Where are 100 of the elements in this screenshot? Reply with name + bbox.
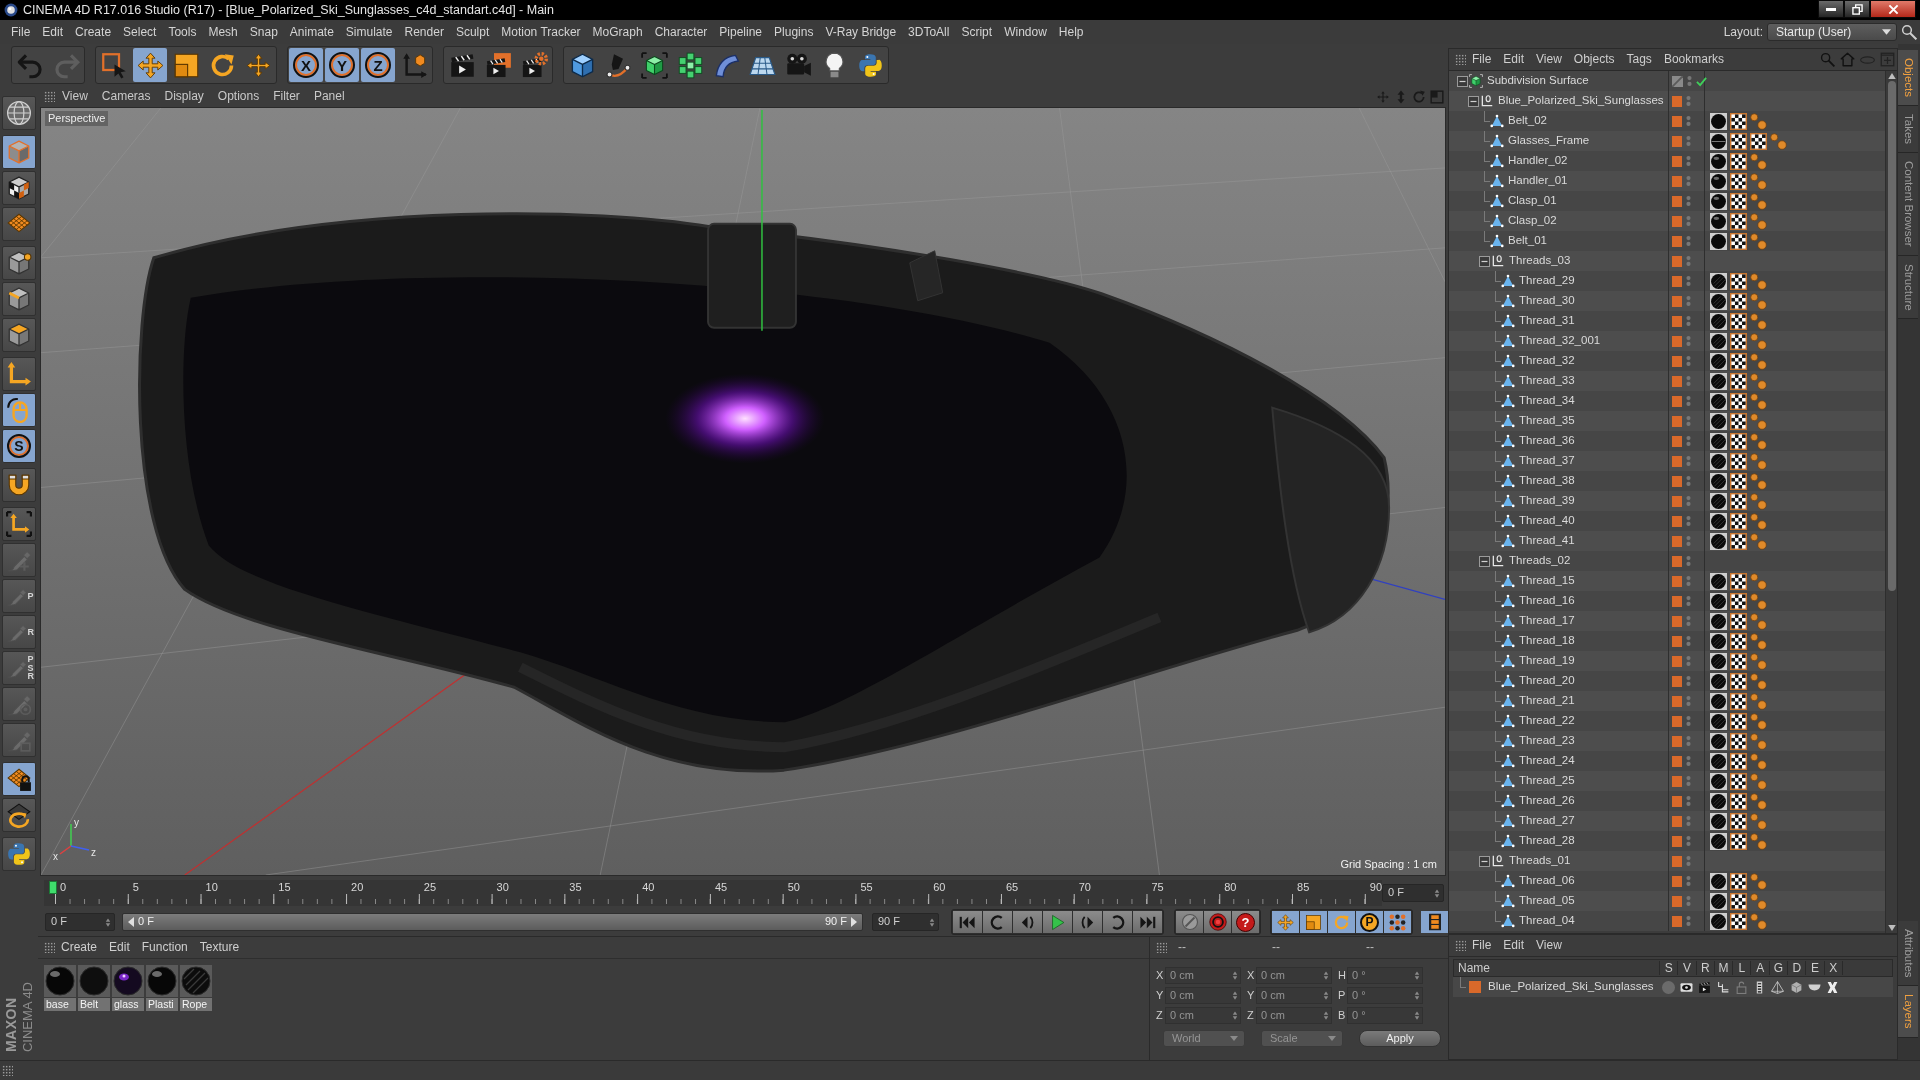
- dots-icon[interactable]: [1686, 95, 1691, 107]
- material-sphere-icon[interactable]: [1710, 812, 1727, 830]
- checker-icon[interactable]: [1730, 652, 1747, 670]
- globe-button[interactable]: [2, 96, 36, 130]
- dots-icon[interactable]: [1686, 855, 1691, 867]
- hierarchy-icon[interactable]: [1716, 980, 1730, 994]
- next-key-button[interactable]: [1103, 911, 1132, 933]
- checker-icon[interactable]: [1730, 152, 1747, 170]
- checker-icon[interactable]: [1730, 452, 1747, 470]
- object-row[interactable]: Thread_17: [1449, 611, 1885, 631]
- material-sphere-icon[interactable]: [1710, 332, 1727, 350]
- menu-item[interactable]: Simulate: [339, 24, 399, 40]
- checker-icon[interactable]: [1730, 272, 1747, 290]
- checker-icon[interactable]: [1730, 332, 1747, 350]
- column-header[interactable]: D: [1788, 960, 1807, 976]
- checker-icon[interactable]: [1730, 692, 1747, 710]
- column-header[interactable]: Name: [1454, 960, 1660, 976]
- object-row[interactable]: Thread_21: [1449, 691, 1885, 711]
- menu-item[interactable]: Create: [69, 24, 118, 40]
- menu-item[interactable]: Edit: [36, 24, 70, 40]
- dots-icon[interactable]: [1686, 675, 1691, 687]
- ball-pair-icon[interactable]: [1750, 312, 1767, 330]
- dots-icon[interactable]: [1686, 735, 1691, 747]
- checker-icon[interactable]: [1730, 172, 1747, 190]
- checker-icon[interactable]: [1730, 532, 1747, 550]
- panel-tab[interactable]: Content Browser: [1898, 153, 1918, 256]
- material-sphere-icon[interactable]: [1710, 312, 1727, 330]
- move-tool-button[interactable]: [133, 48, 167, 82]
- object-row[interactable]: Threads_02: [1449, 551, 1885, 571]
- parameter-key-button[interactable]: P: [1356, 911, 1383, 933]
- object-row[interactable]: Thread_25: [1449, 771, 1885, 791]
- material-sphere-icon[interactable]: [1710, 752, 1727, 770]
- menu-item[interactable]: File: [5, 24, 37, 40]
- dots-icon[interactable]: [1686, 775, 1691, 787]
- shaded-cube-icon[interactable]: [1789, 980, 1803, 994]
- scale-key-button[interactable]: [1300, 911, 1327, 933]
- material-sphere-icon[interactable]: [1710, 232, 1727, 250]
- dots-icon[interactable]: [1686, 395, 1691, 407]
- restore-button[interactable]: [1844, 0, 1870, 18]
- dots-icon[interactable]: [1686, 515, 1691, 527]
- menu-item[interactable]: 3DToAll: [902, 24, 956, 40]
- script-button[interactable]: [2, 837, 36, 871]
- dots-icon[interactable]: [1686, 795, 1691, 807]
- column-header[interactable]: L: [1733, 960, 1752, 976]
- dots-icon[interactable]: [1686, 315, 1691, 327]
- object-row[interactable]: Thread_32: [1449, 351, 1885, 371]
- menu-item[interactable]: Edit: [103, 940, 136, 955]
- material-sphere-icon[interactable]: [1710, 472, 1727, 490]
- dots-icon[interactable]: [1686, 115, 1691, 127]
- checker-icon[interactable]: [1730, 312, 1747, 330]
- dots-icon[interactable]: [1686, 535, 1691, 547]
- dots-icon[interactable]: [1686, 635, 1691, 647]
- menu-item[interactable]: V-Ray Bridge: [819, 24, 903, 40]
- layer-row[interactable]: Blue_Polarized_Ski_Sunglasses: [1453, 977, 1893, 997]
- magnet-button[interactable]: [2, 468, 36, 502]
- material-sphere-icon[interactable]: [1710, 792, 1727, 810]
- ball-pair-icon[interactable]: [1750, 752, 1767, 770]
- menu-item[interactable]: View: [1530, 938, 1568, 953]
- menu-item[interactable]: Panel: [306, 89, 352, 104]
- material-sphere-icon[interactable]: [1710, 512, 1727, 530]
- material-sphere-icon[interactable]: [1710, 152, 1727, 170]
- material-sphere-icon[interactable]: [1710, 672, 1727, 690]
- layout-dropdown[interactable]: Startup (User): [1767, 23, 1897, 41]
- object-row[interactable]: Thread_18: [1449, 631, 1885, 651]
- object-row[interactable]: Thread_28: [1449, 831, 1885, 851]
- dots-icon[interactable]: [1686, 595, 1691, 607]
- ball-pair-icon[interactable]: [1750, 512, 1767, 530]
- checker-icon[interactable]: [1730, 372, 1747, 390]
- dot-icon[interactable]: [1661, 980, 1675, 994]
- menu-item[interactable]: Render: [398, 24, 450, 40]
- dots-icon[interactable]: [1686, 155, 1691, 167]
- menu-item[interactable]: Character: [648, 24, 714, 40]
- column-header[interactable]: A: [1751, 960, 1770, 976]
- object-row[interactable]: Thread_05: [1449, 891, 1885, 911]
- object-row[interactable]: Blue_Polarized_Ski_Sunglasses: [1449, 91, 1885, 111]
- current-frame-field[interactable]: 0 F: [1382, 884, 1444, 902]
- scroll-up-icon[interactable]: [1887, 73, 1896, 79]
- ball-pair-icon[interactable]: [1750, 232, 1767, 250]
- next-frame-button[interactable]: [1073, 911, 1102, 933]
- material-sphere-icon[interactable]: [1710, 432, 1727, 450]
- dots-icon[interactable]: [1686, 215, 1691, 227]
- checker-icon[interactable]: [1730, 112, 1747, 130]
- object-row[interactable]: Thread_15: [1449, 571, 1885, 591]
- object-row[interactable]: Handler_01: [1449, 171, 1885, 191]
- menu-item[interactable]: Select: [117, 24, 163, 40]
- panel-tab[interactable]: Layers: [1898, 986, 1918, 1038]
- checker-icon[interactable]: [1730, 632, 1747, 650]
- dots-icon[interactable]: [1686, 475, 1691, 487]
- point-level-key-button[interactable]: [1384, 911, 1411, 933]
- material-sphere-icon[interactable]: [1710, 452, 1727, 470]
- axis-lock-button[interactable]: Z: [361, 48, 395, 82]
- dots-icon[interactable]: [1686, 835, 1691, 847]
- go-to-end-button[interactable]: [1133, 911, 1162, 933]
- ball-pair-icon[interactable]: [1750, 672, 1767, 690]
- material-sphere-icon[interactable]: [1710, 392, 1727, 410]
- column-header[interactable]: G: [1769, 960, 1789, 976]
- menu-item[interactable]: Sculpt: [449, 24, 496, 40]
- dots-icon[interactable]: [1686, 695, 1691, 707]
- menu-item[interactable]: Motion Tracker: [495, 24, 587, 40]
- object-row[interactable]: Thread_35: [1449, 411, 1885, 431]
